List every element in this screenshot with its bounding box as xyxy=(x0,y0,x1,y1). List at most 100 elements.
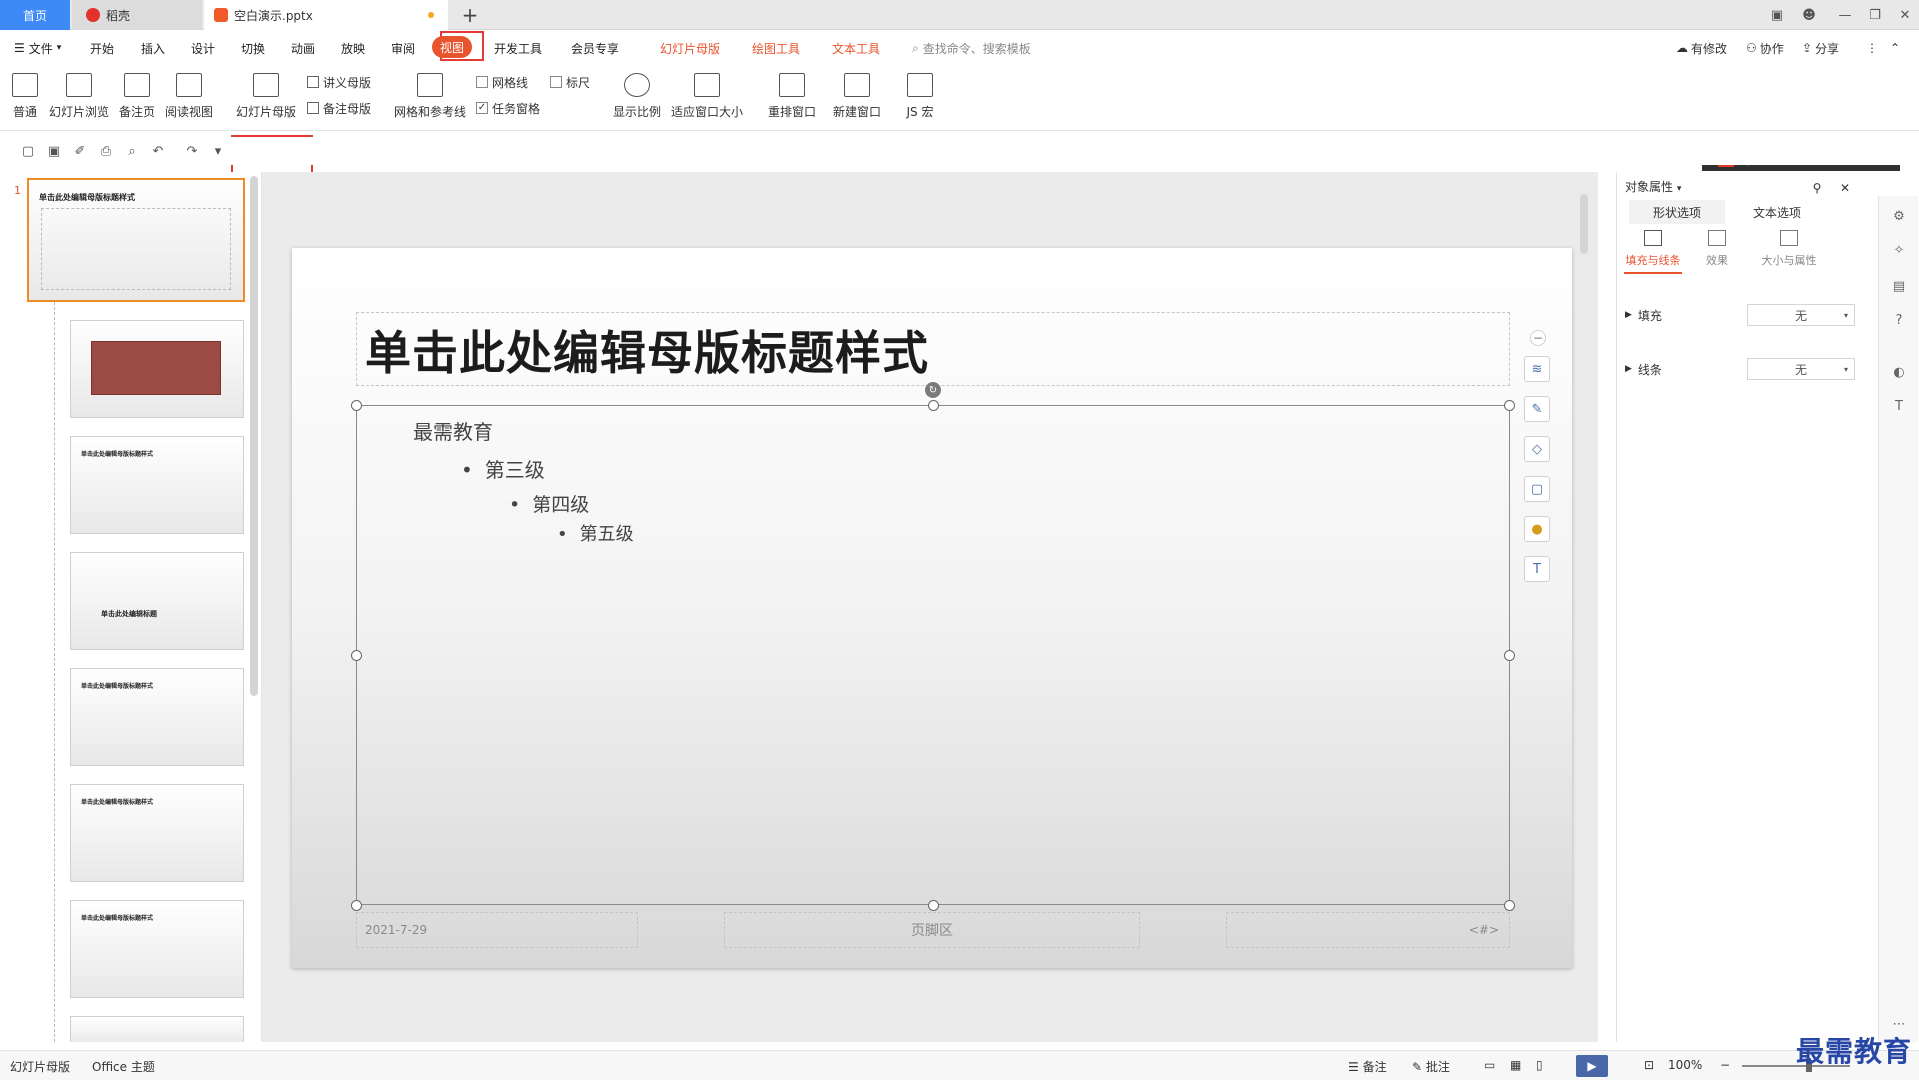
layers-icon[interactable]: ≋ xyxy=(1524,356,1550,382)
thumbnail-scrollbar[interactable] xyxy=(250,176,258,696)
fit-slide-icon[interactable]: ⊡ xyxy=(1644,1058,1654,1072)
menu-insert[interactable]: 插入 xyxy=(141,31,165,65)
zoom-out-icon[interactable]: − xyxy=(1720,1058,1730,1072)
arrange-windows-button[interactable]: 重排窗口 xyxy=(762,69,822,125)
menu-text-tools[interactable]: 文本工具 xyxy=(832,31,880,65)
layout-thumbnail-title[interactable] xyxy=(70,320,244,418)
normal-view-button[interactable]: 普通 xyxy=(10,69,40,125)
menu-view[interactable]: 视图 xyxy=(432,36,472,58)
close-pane-icon[interactable]: ✕ xyxy=(1835,176,1855,200)
menu-home[interactable]: 开始 xyxy=(90,31,114,65)
text-icon[interactable]: T xyxy=(1889,396,1909,416)
file-menu[interactable]: ☰ 文件 ▾ xyxy=(14,31,61,65)
resize-handle-sw[interactable] xyxy=(351,900,362,911)
slide-browse-button[interactable]: 幻灯片浏览 xyxy=(48,69,110,125)
minimize-button[interactable]: — xyxy=(1834,5,1856,25)
window-layout-icon[interactable]: ▣ xyxy=(1766,5,1788,25)
comments-toggle[interactable]: ✎ 批注 xyxy=(1412,1058,1450,1075)
print-icon[interactable]: ⎙ xyxy=(98,143,114,159)
reading-view-button[interactable]: 阅读视图 xyxy=(164,69,214,125)
task-pane-checkbox[interactable]: ✓ 任务窗格 xyxy=(476,99,540,117)
tab-home[interactable]: 首页 xyxy=(0,0,70,30)
notes-toggle[interactable]: ☰ 备注 xyxy=(1348,1058,1387,1075)
grid-guides-button[interactable]: 网格和参考线 xyxy=(392,69,468,125)
menu-transition[interactable]: 切换 xyxy=(241,31,265,65)
layout-thumbnail-section[interactable]: 单击此处编辑标题 xyxy=(70,552,244,650)
zoom-level[interactable]: 100% xyxy=(1668,1058,1702,1072)
master-thumbnail[interactable]: 单击此处编辑母版标题样式 xyxy=(27,178,245,302)
date-placeholder[interactable]: 2021-7-29 xyxy=(356,912,638,948)
rotate-handle-icon[interactable]: ↻ xyxy=(925,382,941,398)
share-button[interactable]: ⇪ 分享 xyxy=(1802,39,1839,57)
resize-handle-ne[interactable] xyxy=(1504,400,1515,411)
menu-slideshow[interactable]: 放映 xyxy=(341,31,365,65)
layout-thumbnail-comparison[interactable]: 单击此处编辑母版标题样式 xyxy=(70,784,244,882)
ruler-checkbox[interactable]: 标尺 xyxy=(550,73,590,91)
tab-docer[interactable]: 稻壳 xyxy=(72,0,202,30)
layout-thumbnail-two-content[interactable]: 单击此处编辑母版标题样式 xyxy=(70,668,244,766)
notes-page-button[interactable]: 备注页 xyxy=(118,69,156,125)
resize-handle-n[interactable] xyxy=(928,400,939,411)
fill-select[interactable]: 无 ▾ xyxy=(1747,304,1855,326)
canvas-scrollbar[interactable] xyxy=(1580,194,1588,254)
play-slideshow-button[interactable]: ▶ xyxy=(1576,1055,1608,1077)
new-file-icon[interactable]: ▢ xyxy=(20,143,36,159)
handout-master-button[interactable]: 讲义母版 xyxy=(307,73,371,91)
collapse-ribbon-icon[interactable]: ⌃ xyxy=(1890,39,1900,57)
fill-bucket-icon[interactable]: ◇ xyxy=(1524,436,1550,462)
resize-handle-nw[interactable] xyxy=(351,400,362,411)
tab-document[interactable]: 空白演示.pptx xyxy=(204,0,448,30)
page-number-placeholder[interactable]: <#> xyxy=(1226,912,1510,948)
title-placeholder[interactable]: 单击此处编辑母版标题样式 xyxy=(356,312,1510,386)
js-macro-button[interactable]: JS 宏 xyxy=(898,69,942,125)
footer-placeholder[interactable]: 页脚区 xyxy=(724,912,1140,948)
body-placeholder[interactable]: 最需教育 • 第三级 • 第四级 • 第五级 xyxy=(356,405,1510,905)
menu-animation[interactable]: 动画 xyxy=(291,31,315,65)
frame-icon[interactable]: ▢ xyxy=(1524,476,1550,502)
undo-icon[interactable]: ↶ xyxy=(150,143,166,159)
zoom-button[interactable]: 显示比例 xyxy=(612,69,662,125)
menu-review[interactable]: 审阅 xyxy=(391,31,415,65)
effect-tab[interactable]: 效果 xyxy=(1687,230,1747,268)
fill-line-tab[interactable]: 填充与线条 xyxy=(1623,230,1683,274)
slide-master[interactable]: 单击此处编辑母版标题样式 最需教育 • 第三级 • 第四级 • 第五级 ↻ 2021-… xyxy=(292,248,1572,968)
new-tab-button[interactable]: + xyxy=(460,0,480,30)
animation-icon[interactable]: ✧ xyxy=(1889,240,1909,260)
resize-handle-w[interactable] xyxy=(351,650,362,661)
normal-view-status-icon[interactable]: ▭ xyxy=(1484,1058,1495,1072)
menu-member[interactable]: 会员专享 xyxy=(571,31,619,65)
notes-master-button[interactable]: 备注母版 xyxy=(307,99,371,117)
properties-icon[interactable]: ⚙ xyxy=(1889,206,1909,226)
more-menu-icon[interactable]: ⋮ xyxy=(1866,39,1878,57)
slide-sorter-status-icon[interactable]: ▦ xyxy=(1510,1058,1521,1072)
pen-icon[interactable]: ✎ xyxy=(1524,396,1550,422)
palette-icon[interactable]: ◐ xyxy=(1889,362,1909,382)
gridlines-checkbox[interactable]: 网格线 xyxy=(476,73,528,91)
customize-toolbar-icon[interactable]: ▾ xyxy=(210,143,226,159)
resize-handle-e[interactable] xyxy=(1504,650,1515,661)
search-input[interactable]: ⌕ 查找命令、搜索模板 xyxy=(912,39,1031,57)
menu-slide-master[interactable]: 幻灯片母版 xyxy=(660,31,720,65)
slides-icon[interactable]: ▤ xyxy=(1889,276,1909,296)
tab-shape-options[interactable]: 形状选项 xyxy=(1629,200,1725,224)
tab-text-options[interactable]: 文本选项 xyxy=(1729,200,1825,224)
line-select[interactable]: 无 ▾ xyxy=(1747,358,1855,380)
changes-button[interactable]: ☁ 有修改 xyxy=(1676,39,1727,57)
save-icon[interactable]: ▣ xyxy=(46,143,62,159)
menu-design[interactable]: 设计 xyxy=(191,31,215,65)
menu-drawing-tools[interactable]: 绘图工具 xyxy=(752,31,800,65)
redo-icon[interactable]: ↷ xyxy=(184,143,200,159)
new-window-button[interactable]: 新建窗口 xyxy=(832,69,882,125)
collapse-float-icon[interactable]: − xyxy=(1530,330,1546,346)
collaborate-button[interactable]: ⚇ 协作 xyxy=(1746,39,1784,57)
resize-handle-s[interactable] xyxy=(928,900,939,911)
help-icon[interactable]: ? xyxy=(1889,310,1909,330)
lightbulb-icon[interactable]: ● xyxy=(1524,516,1550,542)
layout-thumbnail-blank[interactable] xyxy=(70,1016,244,1042)
fit-window-button[interactable]: 适应窗口大小 xyxy=(670,69,744,125)
close-window-button[interactable]: ✕ xyxy=(1894,5,1916,25)
print-preview-icon[interactable]: ⌕ xyxy=(124,143,140,159)
slide-master-button[interactable]: 幻灯片母版 xyxy=(235,69,297,125)
layout-thumbnail-content[interactable]: 单击此处编辑母版标题样式 xyxy=(70,436,244,534)
avatar[interactable]: ☻ xyxy=(1798,5,1820,25)
